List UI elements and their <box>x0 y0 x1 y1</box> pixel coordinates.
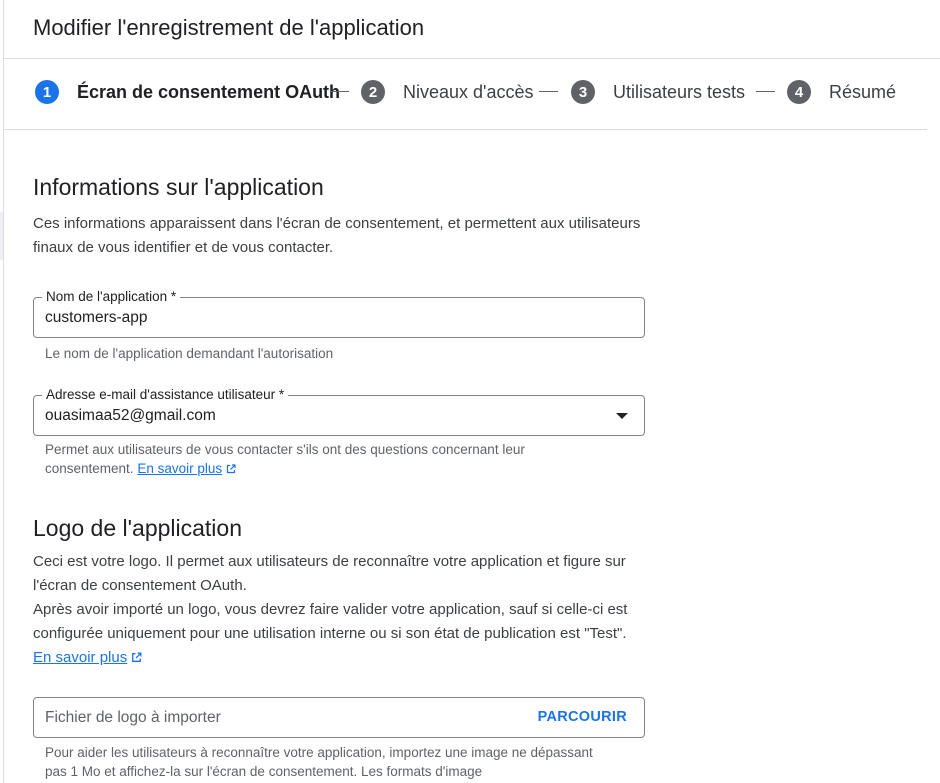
app-name-label: Nom de l'application * <box>42 288 181 306</box>
app-name-input[interactable]: customers-app <box>45 309 148 327</box>
step-label: Utilisateurs tests <box>613 81 746 102</box>
step-number: 4 <box>787 80 811 104</box>
app-info-description: Ces informations apparaissent dans l'écr… <box>33 215 641 256</box>
logo-hint: Pour aider les utilisateurs à reconnaîtr… <box>45 745 593 779</box>
learn-more-label: En savoir plus <box>33 649 128 666</box>
step-connector <box>330 91 349 92</box>
left-selection-marker <box>0 212 3 260</box>
browse-button[interactable]: PARCOURIR <box>538 709 627 725</box>
step-oauth-consent-screen[interactable]: 1 Écran de consentement OAuth <box>35 80 340 104</box>
learn-more-link[interactable]: En savoir plus <box>137 461 237 476</box>
open-in-new-icon <box>227 464 236 474</box>
support-email-hint: Permet aux utilisateurs de vous contacte… <box>45 440 605 478</box>
logo-learn-more-link[interactable]: En savoir plus <box>33 649 143 666</box>
logo-description-1: Ceci est votre logo. Il permet aux utili… <box>33 553 626 594</box>
app-name-hint: Le nom de l'application demandant l'auto… <box>45 346 334 361</box>
page-title: Modifier l'enregistrement de l'applicati… <box>33 15 425 40</box>
learn-more-label: En savoir plus <box>137 461 223 476</box>
step-summary[interactable]: 4 Résumé <box>787 80 896 104</box>
open-in-new-icon <box>132 652 142 662</box>
step-label: Écran de consentement OAuth <box>77 81 341 102</box>
app-info-heading: Informations sur l'application <box>33 174 324 200</box>
logo-description-2: Après avoir importé un logo, vous devrez… <box>33 601 628 642</box>
step-number: 2 <box>361 80 385 104</box>
logo-description: Ceci est votre logo. Il permet aux utili… <box>33 550 643 670</box>
support-email-hint-text: Permet aux utilisateurs de vous contacte… <box>45 442 525 476</box>
arrow-drop-down-icon[interactable] <box>616 413 628 419</box>
page-header: Modifier l'enregistrement de l'applicati… <box>4 0 940 59</box>
step-label: Résumé <box>829 81 897 102</box>
support-email-label: Adresse e-mail d'assistance utilisateur … <box>42 386 289 404</box>
step-connector <box>539 91 558 92</box>
step-number: 1 <box>35 80 59 104</box>
step-connector <box>756 91 775 92</box>
step-test-users[interactable]: 3 Utilisateurs tests <box>571 80 745 104</box>
step-label: Niveaux d'accès <box>403 81 534 102</box>
logo-heading: Logo de l'application <box>33 515 242 541</box>
support-email-value: ouasimaa52@gmail.com <box>45 407 216 424</box>
app-name-field[interactable]: Nom de l'application * customers-app <box>33 288 645 338</box>
support-email-select[interactable]: Adresse e-mail d'assistance utilisateur … <box>33 386 645 436</box>
stepper: 1 Écran de consentement OAuth 2 Niveaux … <box>4 59 927 130</box>
logo-file-field[interactable]: Fichier de logo à importer PARCOURIR <box>33 697 645 738</box>
logo-file-placeholder: Fichier de logo à importer <box>45 709 221 726</box>
step-number: 3 <box>571 80 595 104</box>
step-access-levels[interactable]: 2 Niveaux d'accès <box>361 80 534 104</box>
